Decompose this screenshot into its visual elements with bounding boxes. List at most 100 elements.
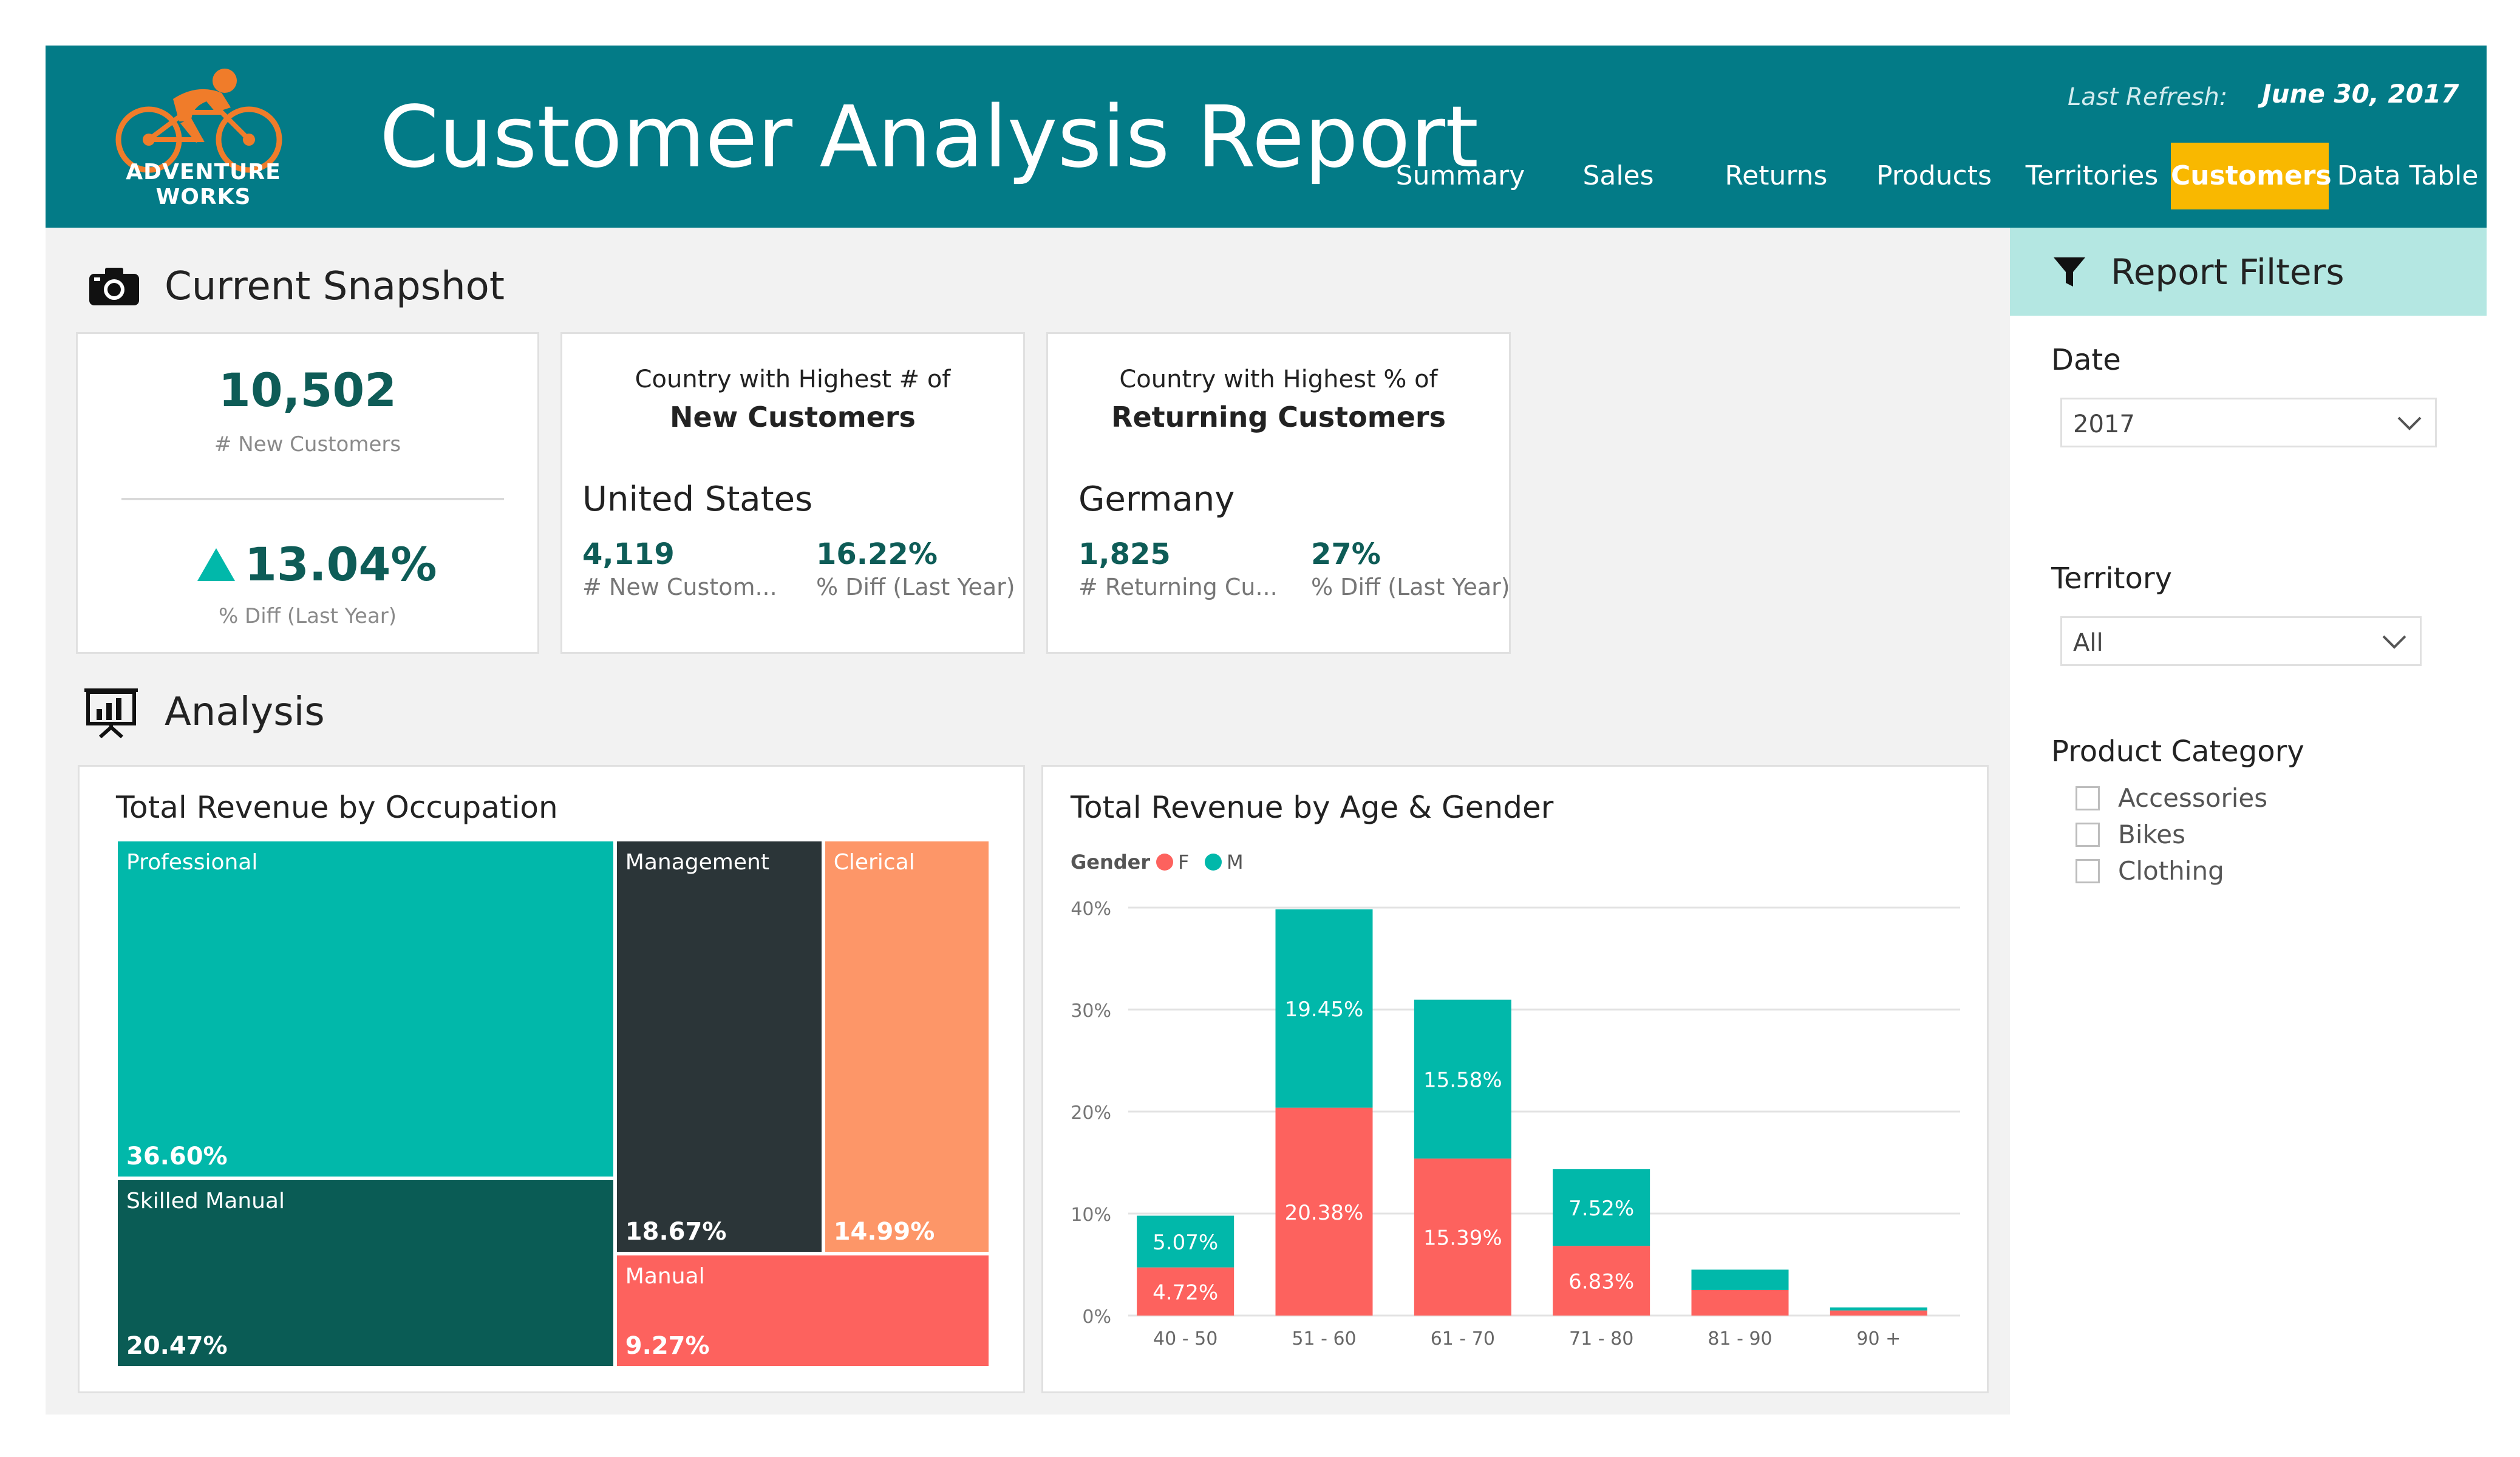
kpi-diff-row: 13.04%: [196, 537, 437, 591]
analysis-title: Analysis: [165, 690, 325, 735]
last-refresh-label: Last Refresh:: [2068, 83, 2228, 111]
territory-filter-label: Territory: [2051, 562, 2172, 596]
main-content: Current Snapshot 10,502 # New Customers …: [46, 228, 2010, 1415]
checkbox-accessories[interactable]: Accessories: [2076, 783, 2267, 813]
analysis-heading: Analysis: [82, 686, 325, 738]
treemap-cell-management[interactable]: Management 18.67%: [615, 840, 823, 1254]
y-tick-label: 20%: [1071, 1102, 1111, 1124]
y-tick-label: 40%: [1071, 898, 1111, 920]
kpi3-heading-line1: Country with Highest % of: [1119, 365, 1438, 393]
treemap-value-label: 36.60%: [126, 1142, 228, 1170]
bar-data-label: 4.72%: [1153, 1280, 1218, 1305]
tab-territories[interactable]: Territories: [2013, 143, 2171, 209]
checkbox-clothing[interactable]: Clothing: [2076, 856, 2224, 886]
tab-summary[interactable]: Summary: [1381, 143, 1539, 209]
new-customers-diff-label: % Diff (Last Year): [218, 604, 397, 628]
treemap-cell-manual[interactable]: Manual 9.27%: [615, 1254, 990, 1368]
up-triangle-icon: [197, 548, 235, 581]
checkbox-box[interactable]: [2076, 858, 2100, 883]
kpi2-label1: # New Custom...: [582, 574, 777, 600]
kpi2-heading-line2: New Customers: [670, 401, 916, 433]
bar-f-4[interactable]: [1691, 1290, 1789, 1316]
kpi-card-top-returning-country: Country with Highest % of Returning Cust…: [1046, 332, 1511, 654]
treemap-value-label: 20.47%: [126, 1331, 228, 1360]
date-filter-label: Date: [2051, 343, 2121, 377]
nav-tabs: Summary Sales Returns Products Territori…: [1381, 143, 2487, 209]
new-customers-value: 10,502: [218, 363, 397, 417]
bar-data-label: 7.52%: [1568, 1197, 1634, 1221]
new-customers-label: # New Customers: [214, 432, 401, 457]
product-category-label: Product Category: [2051, 735, 2304, 769]
x-tick-label: 81 - 90: [1708, 1328, 1772, 1350]
kpi-divider: [121, 498, 504, 500]
treemap-plot: Professional 36.60% Skilled Manual 20.47% Ma…: [116, 840, 990, 1368]
bar-data-label: 19.45%: [1285, 997, 1364, 1022]
treemap-category-label: Clerical: [833, 850, 915, 875]
filter-icon: [2054, 257, 2085, 287]
kpi3-heading-line2: Returning Customers: [1111, 401, 1446, 433]
checkbox-label: Accessories: [2118, 783, 2268, 813]
snapshot-heading: Current Snapshot: [88, 264, 505, 309]
checkbox-bikes[interactable]: Bikes: [2076, 820, 2185, 849]
x-tick-label: 51 - 60: [1292, 1328, 1356, 1350]
bar-m-4[interactable]: [1691, 1269, 1789, 1290]
kpi3-value1: 1,825: [1078, 537, 1171, 571]
tab-customers[interactable]: Customers: [2171, 143, 2332, 209]
checkbox-box[interactable]: [2076, 786, 2100, 810]
date-dropdown[interactable]: 2017: [2060, 398, 2437, 447]
logo-text: ADVENTURE WORKS: [126, 160, 281, 209]
kpi3-label2: % Diff (Last Year): [1311, 574, 1510, 600]
legend-swatch-m: [1205, 854, 1222, 871]
territory-dropdown[interactable]: All: [2060, 616, 2422, 666]
presentation-chart-icon: [84, 688, 138, 738]
x-tick-label: 61 - 70: [1431, 1328, 1495, 1350]
date-dropdown-value: 2017: [2073, 410, 2135, 438]
treemap-category-label: Professional: [126, 850, 258, 875]
adventure-works-logo: ADVENTURE WORKS: [100, 64, 307, 209]
x-tick-label: 71 - 80: [1569, 1328, 1633, 1350]
bar-data-label: 15.39%: [1423, 1226, 1502, 1251]
tab-data-table[interactable]: Data Table: [2329, 143, 2487, 209]
page-title: Customer Analysis Report: [380, 88, 1479, 187]
filters-title: Report Filters: [2111, 251, 2345, 293]
tab-products[interactable]: Products: [1855, 143, 2013, 209]
tab-sales[interactable]: Sales: [1539, 143, 1697, 209]
kpi-card-top-new-country: Country with Highest # of New Customers …: [560, 332, 1025, 654]
kpi2-label2: % Diff (Last Year): [816, 574, 1015, 600]
x-tick-label: 40 - 50: [1153, 1328, 1217, 1350]
kpi3-country: Germany: [1078, 480, 1235, 519]
report-filters-panel: Report Filters Date 2017 Territory All P…: [2010, 228, 2487, 1415]
filters-header: Report Filters: [2010, 228, 2487, 316]
treemap-value-label: 18.67%: [625, 1218, 727, 1246]
bar-data-label: 5.07%: [1153, 1231, 1218, 1255]
territory-dropdown-value: All: [2073, 629, 2103, 657]
bar-f-5[interactable]: [1830, 1310, 1927, 1316]
bar-chart-card: Total Revenue by Age & Gender Gender F M 0%…: [1041, 765, 1989, 1393]
treemap-category-label: Manual: [625, 1264, 705, 1289]
legend-title: Gender: [1071, 851, 1150, 874]
y-tick-label: 0%: [1082, 1306, 1111, 1328]
new-customers-diff: 13.04%: [245, 537, 437, 591]
treemap-cell-skilled-manual[interactable]: Skilled Manual 20.47%: [116, 1178, 615, 1368]
treemap-value-label: 14.99%: [833, 1218, 935, 1246]
kpi-card-new-customers: 10,502 # New Customers 13.04% % Diff (La…: [76, 332, 539, 654]
kpi3-label1: # Returning Cu...: [1078, 574, 1278, 600]
treemap-category-label: Skilled Manual: [126, 1188, 285, 1214]
snapshot-title: Current Snapshot: [165, 264, 505, 309]
camera-icon: [89, 268, 139, 305]
bar-m-5[interactable]: [1830, 1307, 1927, 1311]
tab-returns[interactable]: Returns: [1697, 143, 1855, 209]
x-tick-label: 90 +: [1856, 1328, 1901, 1350]
y-tick-label: 10%: [1071, 1204, 1111, 1226]
last-refresh-date: June 30, 2017: [2262, 79, 2459, 109]
kpi2-value1: 4,119: [582, 537, 675, 571]
treemap-cell-professional[interactable]: Professional 36.60%: [116, 840, 615, 1178]
treemap-cell-clerical[interactable]: Clerical 14.99%: [823, 840, 990, 1254]
bar-data-label: 6.83%: [1568, 1270, 1634, 1294]
checkbox-label: Clothing: [2118, 856, 2224, 886]
legend-swatch-f: [1156, 854, 1173, 871]
checkbox-box[interactable]: [2076, 822, 2100, 847]
legend-label-f: F: [1178, 851, 1189, 874]
treemap-title: Total Revenue by Occupation: [116, 790, 558, 825]
treemap-card: Total Revenue by Occupation Professional…: [78, 765, 1025, 1393]
